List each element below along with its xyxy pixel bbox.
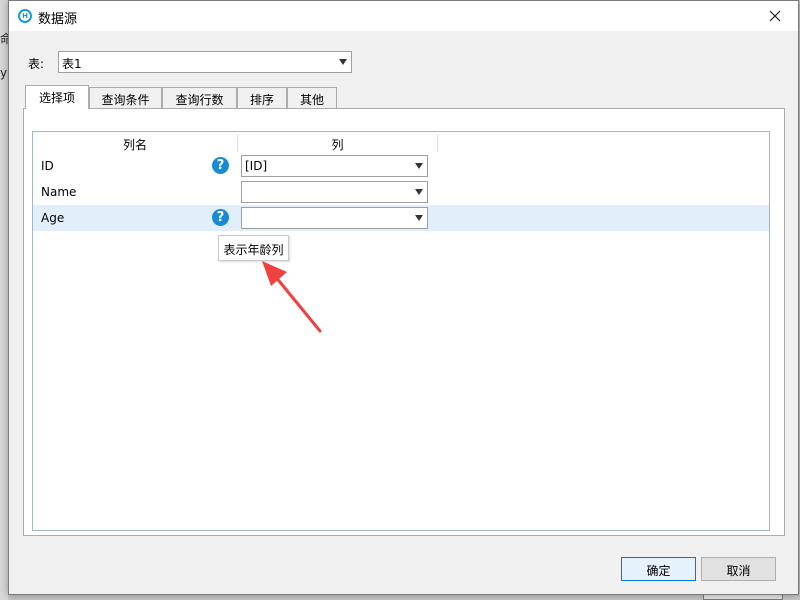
row-column-name: ID [41,159,54,173]
app-icon: H [18,9,32,23]
tab-query-conditions[interactable]: 查询条件 [89,87,162,108]
background-window-edge [0,0,8,600]
tab-sort[interactable]: 排序 [237,87,287,108]
column-header-name: 列名 [122,138,147,152]
help-icon[interactable]: ? [212,157,229,174]
close-button[interactable] [758,3,792,29]
row-column-name: Age [41,211,65,225]
tab-other[interactable]: 其他 [287,87,337,108]
background-text: y [0,66,8,80]
chevron-down-icon [415,163,423,169]
datasource-dialog: H 数据源 表: 表1 选择项 查询条件 查询行数 排序 其他 列名 列 ID … [8,0,799,595]
row-column-value: [ID] [245,159,268,173]
table-label: 表: [28,57,45,71]
table-dropdown[interactable]: 表1 [58,51,352,73]
help-tooltip: 表示年龄列 [218,235,289,261]
row-column-dropdown[interactable]: [ID] [241,155,428,177]
help-icon[interactable]: ? [212,209,229,226]
row-column-dropdown[interactable] [241,181,428,203]
table-row[interactable]: Name [33,179,769,205]
row-column-name: Name [41,185,77,199]
close-icon [769,10,781,22]
chevron-down-icon [339,59,347,65]
title-bar[interactable]: H 数据源 [9,1,798,31]
header-divider [437,134,438,152]
cancel-button[interactable]: 取消 [701,557,776,581]
tab-select-items[interactable]: 选择项 [25,85,89,109]
ok-button[interactable]: 确定 [621,557,696,581]
table-row[interactable]: Age ? [33,205,769,231]
table-dropdown-value: 表1 [62,57,82,71]
chevron-down-icon [415,215,423,221]
window-title: 数据源 [38,12,78,27]
tab-query-row-count[interactable]: 查询行数 [162,87,237,108]
column-header-column: 列 [331,138,344,152]
tab-panel: 列名 列 ID ? [ID] Name Age ? [23,108,785,536]
chevron-down-icon [415,189,423,195]
row-column-dropdown[interactable] [241,207,428,229]
grid-header: 列名 列 [33,132,769,153]
column-grid: 列名 列 ID ? [ID] Name Age ? [32,131,770,531]
table-row[interactable]: ID ? [ID] [33,153,769,179]
